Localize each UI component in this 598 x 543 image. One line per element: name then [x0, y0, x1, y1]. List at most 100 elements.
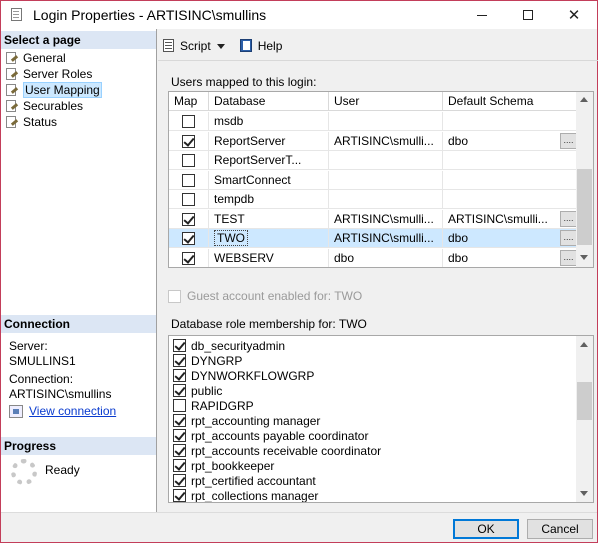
cancel-button[interactable]: Cancel [527, 519, 593, 539]
scroll-thumb[interactable] [577, 382, 592, 420]
user-cell[interactable] [329, 190, 443, 209]
default-schema-cell[interactable]: dbo.... [443, 132, 578, 151]
database-cell: tempdb [209, 190, 329, 209]
view-connection-link[interactable]: View connection [9, 404, 116, 418]
scroll-up-icon[interactable] [580, 342, 588, 347]
role-checkbox[interactable] [173, 474, 186, 487]
default-schema-cell[interactable]: dbo.... [443, 249, 578, 268]
table-row[interactable]: ReportServerT... [169, 151, 578, 170]
help-button[interactable]: Help [239, 39, 282, 53]
role-checkbox[interactable] [173, 384, 186, 397]
list-item[interactable]: rpt_accounting manager [173, 413, 320, 428]
role-checkbox[interactable] [173, 354, 186, 367]
table-row[interactable]: msdb [169, 112, 578, 131]
column-header-database[interactable]: Database [209, 92, 329, 111]
role-checkbox[interactable] [173, 489, 186, 502]
database-cell: ReportServer [209, 131, 329, 151]
page-general[interactable]: General [5, 50, 66, 66]
column-header-map[interactable]: Map [169, 92, 209, 111]
default-schema-cell[interactable] [443, 190, 578, 209]
scroll-up-icon[interactable] [580, 97, 588, 102]
list-item[interactable]: rpt_certified accountant [173, 473, 316, 488]
page-user-mapping[interactable]: User Mapping [5, 82, 102, 98]
role-checkbox[interactable] [173, 399, 186, 412]
user-cell[interactable]: ARTISINC\smulli... [329, 131, 443, 151]
table-row[interactable]: WEBSERV dbo dbo.... [169, 248, 578, 268]
page-server-roles[interactable]: Server Roles [5, 66, 92, 82]
script-button[interactable]: Script [161, 39, 225, 53]
properties-icon [9, 7, 25, 23]
connection-properties-icon [9, 404, 23, 418]
map-checkbox[interactable] [182, 193, 195, 206]
maximize-button[interactable] [505, 1, 551, 29]
grid-header: Map Database User Default Schema [169, 92, 578, 111]
scroll-down-icon[interactable] [580, 491, 588, 496]
table-row[interactable]: SmartConnect [169, 170, 578, 190]
roles-vertical-scrollbar[interactable] [576, 336, 593, 502]
table-row[interactable]: TEST ARTISINC\smulli... ARTISINC\smulli...… [169, 209, 578, 229]
list-item[interactable]: rpt_accounts payable coordinator [173, 428, 368, 443]
user-cell[interactable] [329, 112, 443, 131]
user-cell[interactable]: dbo [329, 248, 443, 267]
map-cell [169, 229, 209, 248]
schema-browse-button[interactable]: .... [560, 249, 577, 266]
list-item[interactable]: RAPIDGRP [173, 398, 254, 413]
map-checkbox[interactable] [182, 154, 195, 167]
table-row[interactable]: ReportServer ARTISINC\smulli... dbo.... [169, 131, 578, 151]
guest-account-checkbox[interactable] [168, 289, 181, 303]
login-properties-window: Login Properties - ARTISINC\smullins ✕ S… [0, 0, 598, 543]
column-header-default-schema[interactable]: Default Schema [443, 92, 578, 111]
map-checkbox[interactable] [182, 251, 195, 265]
grid-vertical-scrollbar[interactable] [576, 92, 593, 267]
map-checkbox[interactable] [182, 232, 195, 245]
list-item[interactable]: rpt_bookkeeper [173, 458, 274, 473]
list-item[interactable]: rpt_collections manager [173, 488, 318, 502]
chevron-down-icon[interactable] [216, 43, 225, 49]
map-checkbox[interactable] [182, 212, 195, 226]
table-row[interactable]: TWO ARTISINC\smulli... dbo.... [169, 229, 578, 248]
role-checkbox[interactable] [173, 429, 186, 442]
schema-browse-button[interactable]: .... [560, 230, 577, 246]
column-header-user[interactable]: User [329, 92, 443, 111]
user-cell[interactable] [329, 170, 443, 190]
schema-browse-button[interactable]: .... [560, 132, 577, 149]
default-schema-cell[interactable]: ARTISINC\smulli....... [443, 210, 578, 229]
role-checkbox[interactable] [173, 369, 186, 382]
default-schema-cell[interactable] [443, 112, 578, 131]
list-item[interactable]: db_securityadmin [173, 338, 285, 353]
schema-browse-button[interactable]: .... [560, 210, 577, 227]
list-item[interactable]: public [173, 383, 222, 398]
title-bar: Login Properties - ARTISINC\smullins ✕ [1, 1, 597, 29]
scroll-down-icon[interactable] [580, 255, 588, 260]
role-label: rpt_accounting manager [191, 413, 321, 428]
role-membership-label: Database role membership for: TWO [171, 317, 367, 331]
close-button[interactable]: ✕ [551, 1, 597, 29]
ok-button[interactable]: OK [453, 519, 519, 539]
table-row[interactable]: tempdb [169, 190, 578, 209]
users-mapped-grid: Map Database User Default Schema msdb Rep… [168, 91, 594, 268]
role-checkbox[interactable] [173, 444, 186, 457]
default-schema-cell[interactable] [443, 151, 578, 170]
database-name: TEST [214, 211, 245, 226]
page-status[interactable]: Status [5, 114, 57, 130]
map-checkbox[interactable] [182, 134, 195, 148]
default-schema-cell[interactable]: dbo.... [443, 229, 578, 248]
map-checkbox[interactable] [182, 173, 195, 187]
scroll-thumb[interactable] [577, 169, 592, 245]
guest-account-option[interactable]: Guest account enabled for: TWO [168, 289, 362, 303]
list-item[interactable]: DYNWORKFLOWGRP [173, 368, 314, 383]
user-cell[interactable]: ARTISINC\smulli... [329, 229, 443, 248]
role-checkbox[interactable] [173, 459, 186, 472]
role-checkbox[interactable] [173, 414, 186, 427]
role-checkbox[interactable] [173, 339, 186, 352]
user-cell[interactable] [329, 151, 443, 170]
user-cell[interactable]: ARTISINC\smulli... [329, 209, 443, 229]
page-securables[interactable]: Securables [5, 98, 83, 114]
list-item[interactable]: rpt_accounts receivable coordinator [173, 443, 381, 458]
list-item[interactable]: DYNGRP [173, 353, 242, 368]
minimize-button[interactable] [459, 1, 505, 29]
map-checkbox[interactable] [182, 115, 195, 128]
database-cell: WEBSERV [209, 248, 329, 267]
default-schema-cell[interactable] [443, 171, 578, 190]
select-page-header: Select a page [1, 31, 156, 49]
